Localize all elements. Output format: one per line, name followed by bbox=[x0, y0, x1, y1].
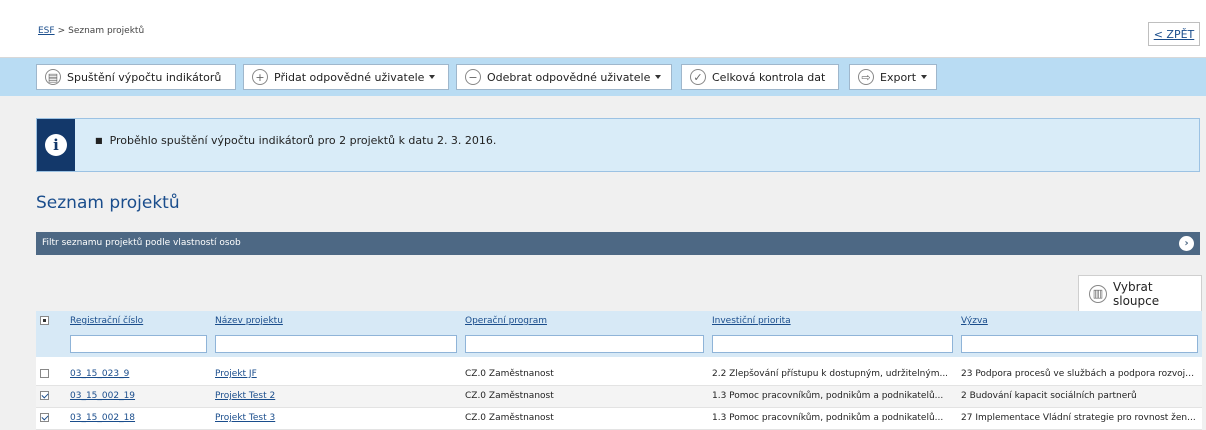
remove-users-button[interactable]: − Odebrat odpovědné uživatele bbox=[456, 64, 672, 90]
row-select-cell bbox=[36, 407, 66, 429]
breadcrumb-root-link[interactable]: ESF bbox=[38, 26, 55, 36]
sort-call-link[interactable]: Výzva bbox=[961, 316, 988, 326]
breadcrumb: ESF > Seznam projektů bbox=[38, 26, 144, 36]
chevron-down-icon bbox=[429, 75, 436, 79]
filter-cell bbox=[461, 331, 708, 357]
project-name-link[interactable]: Projekt Test 3 bbox=[215, 413, 275, 423]
call-cell: 23 Podpora procesů ve službách a podpora… bbox=[961, 368, 1200, 379]
sort-program-link[interactable]: Operační program bbox=[465, 316, 547, 326]
sort-priority-link[interactable]: Investiční priorita bbox=[712, 316, 791, 326]
info-message-text: Proběhlo spuštění výpočtu indikátorů pro… bbox=[109, 134, 497, 147]
column-header: Název projektu bbox=[211, 311, 461, 331]
add-users-label: Přidat odpovědné uživatele bbox=[274, 70, 425, 84]
export-button[interactable]: ⇨ Export bbox=[849, 64, 937, 90]
row-select-cell bbox=[36, 385, 66, 407]
priority-filter-input[interactable] bbox=[712, 335, 953, 353]
program-cell: CZ.0 Zaměstnanost bbox=[465, 391, 554, 401]
check-data-label: Celková kontrola dat bbox=[712, 70, 826, 84]
call-cell: 27 Implementace Vládní strategie pro rov… bbox=[961, 413, 1196, 423]
select-all-checkbox[interactable] bbox=[40, 316, 49, 325]
priority-cell: 1.3 Pomoc pracovníkům, podnikům a podnik… bbox=[712, 413, 944, 423]
project-name-cell: Projekt Test 2 bbox=[211, 385, 461, 407]
check-data-button[interactable]: ✓ Celková kontrola dat bbox=[681, 64, 839, 90]
project-name-cell: Projekt JF bbox=[211, 363, 461, 385]
priority-cell: 2.2 Zlepšování přístupu k dostupným, udr… bbox=[712, 368, 949, 379]
column-header: Investiční priorita bbox=[708, 311, 957, 331]
column-header: Operační program bbox=[461, 311, 708, 331]
remove-users-label: Odebrat odpovědné uživatele bbox=[487, 70, 651, 84]
check-circle-icon: ✓ bbox=[690, 69, 706, 85]
project-name-link[interactable]: Projekt JF bbox=[215, 369, 257, 379]
filter-bar-label: Filtr seznamu projektů podle vlastností … bbox=[42, 238, 241, 248]
program-cell: CZ.0 Zaměstnanost bbox=[465, 413, 554, 423]
export-label: Export bbox=[880, 70, 917, 84]
info-icon-bar: i bbox=[37, 119, 75, 171]
project-name-filter-input[interactable] bbox=[215, 335, 457, 353]
calc-indicators-label: Spuštění výpočtu indikátorů bbox=[67, 70, 222, 84]
reg-number-cell: 03_15_002_18 bbox=[66, 407, 211, 429]
program-filter-input[interactable] bbox=[465, 335, 704, 353]
plus-circle-icon: + bbox=[252, 69, 268, 85]
project-name-link[interactable]: Projekt Test 2 bbox=[215, 391, 275, 401]
chevron-down-icon bbox=[921, 75, 928, 79]
filter-cell bbox=[36, 331, 66, 357]
export-icon: ⇨ bbox=[858, 69, 874, 85]
reg-number-link[interactable]: 03_15_002_18 bbox=[70, 413, 135, 423]
select-columns-label: Vybrat sloupce bbox=[1113, 279, 1160, 308]
chevron-down-icon bbox=[655, 75, 662, 79]
filter-cell bbox=[957, 331, 1202, 357]
calculator-icon: ▤ bbox=[45, 69, 61, 85]
top-bar: ESF > Seznam projektů < ZPĚT bbox=[0, 0, 1206, 58]
back-button[interactable]: < ZPĚT bbox=[1148, 22, 1200, 46]
reg-number-cell: 03_15_023_9 bbox=[66, 363, 211, 385]
filter-cell bbox=[211, 331, 461, 357]
breadcrumb-separator: > bbox=[57, 26, 66, 36]
reg-number-link[interactable]: 03_15_002_19 bbox=[70, 391, 135, 401]
row-select-cell bbox=[36, 363, 66, 385]
priority-cell: 1.3 Pomoc pracovníkům, podnikům a podnik… bbox=[712, 391, 944, 401]
program-cell: CZ.0 Zaměstnanost bbox=[465, 368, 554, 379]
sort-project-name-link[interactable]: Název projektu bbox=[215, 316, 283, 326]
table-row[interactable]: 03_15_002_19 Projekt Test 2 CZ.0 Zaměstn… bbox=[36, 385, 1202, 407]
filter-cell bbox=[708, 331, 957, 357]
filter-bar[interactable]: Filtr seznamu projektů podle vlastností … bbox=[36, 232, 1200, 255]
reg-number-filter-input[interactable] bbox=[70, 335, 207, 353]
bullet-icon: ■ bbox=[95, 136, 103, 145]
arrow-right-icon[interactable]: › bbox=[1179, 236, 1194, 251]
reg-number-link[interactable]: 03_15_023_9 bbox=[70, 369, 129, 379]
call-filter-input[interactable] bbox=[961, 335, 1198, 353]
reg-number-cell: 03_15_002_19 bbox=[66, 385, 211, 407]
projects-table: Registrační číslo Název projektu Operačn… bbox=[36, 311, 1202, 430]
filter-cell bbox=[66, 331, 211, 357]
row-checkbox[interactable] bbox=[40, 368, 49, 378]
column-header: Výzva bbox=[957, 311, 1202, 331]
page-title: Seznam projektů bbox=[36, 193, 180, 213]
select-all-cell bbox=[36, 311, 66, 331]
info-icon: i bbox=[45, 134, 67, 156]
select-columns-button[interactable]: ▥ Vybrat sloupce bbox=[1078, 275, 1202, 311]
table-header-row: Registrační číslo Název projektu Operačn… bbox=[36, 311, 1202, 331]
table-filter-row bbox=[36, 331, 1202, 357]
info-message-line: ■ Proběhlo spuštění výpočtu indikátorů pr… bbox=[95, 134, 496, 147]
info-message: i ■ Proběhlo spuštění výpočtu indikátorů … bbox=[36, 118, 1200, 172]
row-checkbox[interactable] bbox=[40, 391, 49, 400]
breadcrumb-current: Seznam projektů bbox=[68, 26, 145, 36]
minus-circle-icon: − bbox=[465, 69, 481, 85]
column-header: Registrační číslo bbox=[66, 311, 211, 331]
table-row[interactable]: 03_15_023_9 Projekt JF CZ.0 Zaměstnanost… bbox=[36, 363, 1202, 385]
table-row[interactable]: 03_15_002_18 Projekt Test 3 CZ.0 Zaměstn… bbox=[36, 407, 1202, 429]
project-name-cell: Projekt Test 3 bbox=[211, 407, 461, 429]
action-toolbar: ▤ Spuštění výpočtu indikátorů + Přidat o… bbox=[0, 58, 1206, 96]
row-checkbox[interactable] bbox=[40, 413, 49, 422]
add-users-button[interactable]: + Přidat odpovědné uživatele bbox=[243, 64, 449, 90]
calc-indicators-button[interactable]: ▤ Spuštění výpočtu indikátorů bbox=[36, 64, 236, 90]
sort-reg-number-link[interactable]: Registrační číslo bbox=[70, 316, 143, 326]
columns-icon: ▥ bbox=[1089, 284, 1107, 303]
call-cell: 2 Budování kapacit sociálních partnerů bbox=[961, 391, 1137, 401]
